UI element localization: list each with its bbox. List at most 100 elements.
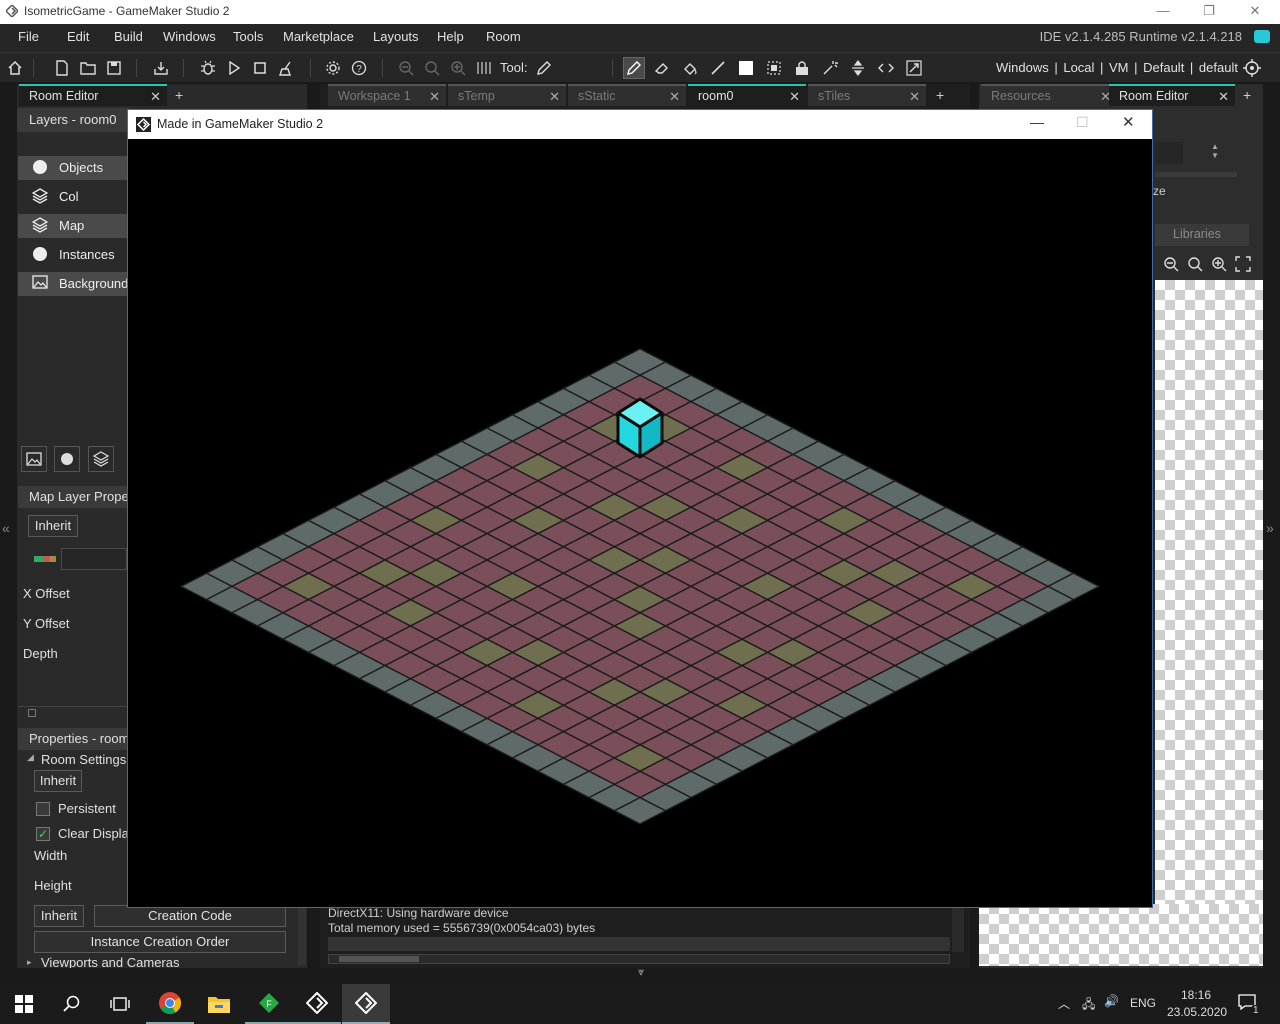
zoom-in-icon[interactable] [1211, 256, 1227, 275]
game-close-button[interactable]: ✕ [1122, 113, 1135, 131]
layer-name-field[interactable] [61, 548, 127, 570]
eraser-tool-icon[interactable] [651, 57, 673, 79]
start-button[interactable] [0, 984, 48, 1024]
menu-windows[interactable]: Windows [163, 29, 216, 44]
run-icon[interactable] [223, 57, 245, 79]
stop-icon[interactable] [249, 57, 271, 79]
room-preview[interactable] [979, 904, 1263, 966]
create-executable-icon[interactable] [150, 57, 172, 79]
target-settings-icon[interactable] [1241, 57, 1263, 79]
room-settings-expand-icon[interactable]: ◢ [27, 752, 34, 763]
minimize-button[interactable]: — [1140, 0, 1186, 24]
menu-tools[interactable]: Tools [233, 29, 263, 44]
output-vscrollbar[interactable] [952, 906, 964, 952]
grid-snap-icon[interactable] [473, 57, 495, 79]
line-tool-icon[interactable] [707, 57, 729, 79]
collapse-right-icon[interactable]: » [1266, 520, 1274, 536]
persistent-checkbox[interactable] [36, 802, 50, 816]
tileset-preview[interactable] [1155, 280, 1263, 904]
zoom-out-icon[interactable] [395, 57, 417, 79]
home-icon[interactable] [4, 57, 26, 79]
inherit-tool-icon[interactable] [791, 57, 813, 79]
tab-room-editor-right[interactable]: Room Editor ✕ [1109, 84, 1235, 106]
close-tab-icon[interactable]: ✕ [549, 89, 560, 105]
zoom-reset-icon[interactable] [421, 57, 443, 79]
add-background-layer-icon[interactable] [21, 446, 47, 472]
save-icon[interactable] [103, 57, 125, 79]
selection-tool-icon[interactable] [763, 57, 785, 79]
maximize-button[interactable]: ❐ [1186, 0, 1232, 24]
menu-help[interactable]: Help [437, 29, 464, 44]
clock-time[interactable]: 18:16 [1181, 988, 1211, 1002]
rotate-icon[interactable] [903, 57, 925, 79]
zoom-out-icon[interactable] [1163, 256, 1179, 275]
menu-marketplace[interactable]: Marketplace [283, 29, 354, 44]
language-indicator[interactable]: ENG [1130, 996, 1156, 1010]
tray-expand-icon[interactable]: ︿ [1058, 995, 1070, 1012]
properties-scrollbar[interactable] [298, 905, 306, 965]
fill-tool-icon[interactable] [679, 57, 701, 79]
gamemaker-runner-icon[interactable] [342, 984, 390, 1024]
clear-display-checkbox[interactable]: ✓ [36, 827, 50, 841]
menu-file[interactable]: File [18, 29, 39, 44]
settings-gear-icon[interactable] [322, 57, 344, 79]
help-icon[interactable]: ? [348, 57, 370, 79]
menu-build[interactable]: Build [114, 29, 143, 44]
collapse-left-icon[interactable]: « [2, 520, 10, 536]
layer-item-background[interactable]: Background [18, 272, 128, 296]
close-tab-icon[interactable]: ✕ [429, 89, 440, 105]
viewports-expand-icon[interactable]: ▸ [27, 957, 32, 968]
flip-vertical-icon[interactable] [847, 57, 869, 79]
game-minimize-button[interactable]: — [1030, 114, 1044, 130]
layer-color-swatch[interactable] [34, 556, 56, 562]
map-inherit-button[interactable]: Inherit [28, 515, 78, 537]
volume-icon[interactable]: 🔊 [1104, 994, 1119, 1008]
inherit-code-button[interactable]: Inherit [34, 905, 84, 927]
network-icon[interactable]: 🖧 [1082, 995, 1095, 1016]
chat-icon[interactable] [1254, 30, 1270, 43]
build-target-selector[interactable]: Windows | Local | VM | Default | default [996, 60, 1238, 75]
pencil-tool-icon[interactable] [533, 57, 555, 79]
search-icon[interactable] [48, 984, 96, 1024]
menu-room[interactable]: Room [486, 29, 521, 44]
slider[interactable] [1155, 172, 1237, 177]
tab-sstatic[interactable]: sStatic ✕ [568, 84, 686, 106]
tab-libraries[interactable]: Libraries [1159, 224, 1249, 246]
open-project-icon[interactable] [77, 57, 99, 79]
numeric-field[interactable] [1155, 142, 1183, 164]
close-tab-icon[interactable]: ✕ [909, 89, 920, 105]
tab-resources[interactable]: Resources ✕ [981, 84, 1117, 106]
chrome-icon[interactable] [146, 984, 194, 1024]
add-tab-icon[interactable]: + [175, 87, 183, 103]
zoom-in-icon[interactable] [447, 57, 469, 79]
brush-tool-icon[interactable] [623, 57, 645, 79]
output-hscrollbar[interactable] [328, 954, 950, 964]
menu-layouts[interactable]: Layouts [373, 29, 419, 44]
file-explorer-icon[interactable] [195, 984, 243, 1024]
close-button[interactable]: ✕ [1232, 0, 1278, 24]
tab-stemp[interactable]: sTemp ✕ [448, 84, 566, 106]
tab-stiles[interactable]: sTiles ✕ [808, 84, 926, 106]
add-instance-layer-icon[interactable] [54, 446, 80, 472]
output-input[interactable] [328, 937, 950, 951]
horizontal-scrollbar[interactable] [18, 706, 128, 718]
tab-room-editor-left[interactable]: Room Editor ✕ [19, 84, 167, 106]
layer-item-map[interactable]: Map [18, 214, 128, 238]
tab-room0[interactable]: room0 ✕ [688, 84, 806, 106]
close-tab-icon[interactable]: ✕ [150, 89, 161, 105]
add-workspace-tab-icon[interactable]: + [936, 87, 944, 103]
add-tab-icon[interactable]: + [1243, 87, 1251, 103]
creation-code-button[interactable]: Creation Code [94, 905, 286, 927]
room-inherit-button[interactable]: Inherit [34, 770, 82, 792]
close-tab-icon[interactable]: ✕ [789, 89, 800, 105]
tab-workspace-1[interactable]: Workspace 1 ✕ [328, 84, 446, 106]
menu-edit[interactable]: Edit [67, 29, 89, 44]
gamemaker-taskbar-icon[interactable] [293, 984, 341, 1024]
layer-item-instances[interactable]: Instances [18, 243, 128, 267]
flip-horizontal-icon[interactable] [875, 57, 897, 79]
fullscreen-icon[interactable] [1235, 256, 1251, 275]
new-project-icon[interactable] [51, 57, 73, 79]
layer-item-col[interactable]: Col [18, 185, 128, 209]
close-tab-icon[interactable]: ✕ [669, 89, 680, 105]
rectangle-tool-icon[interactable] [735, 57, 757, 79]
